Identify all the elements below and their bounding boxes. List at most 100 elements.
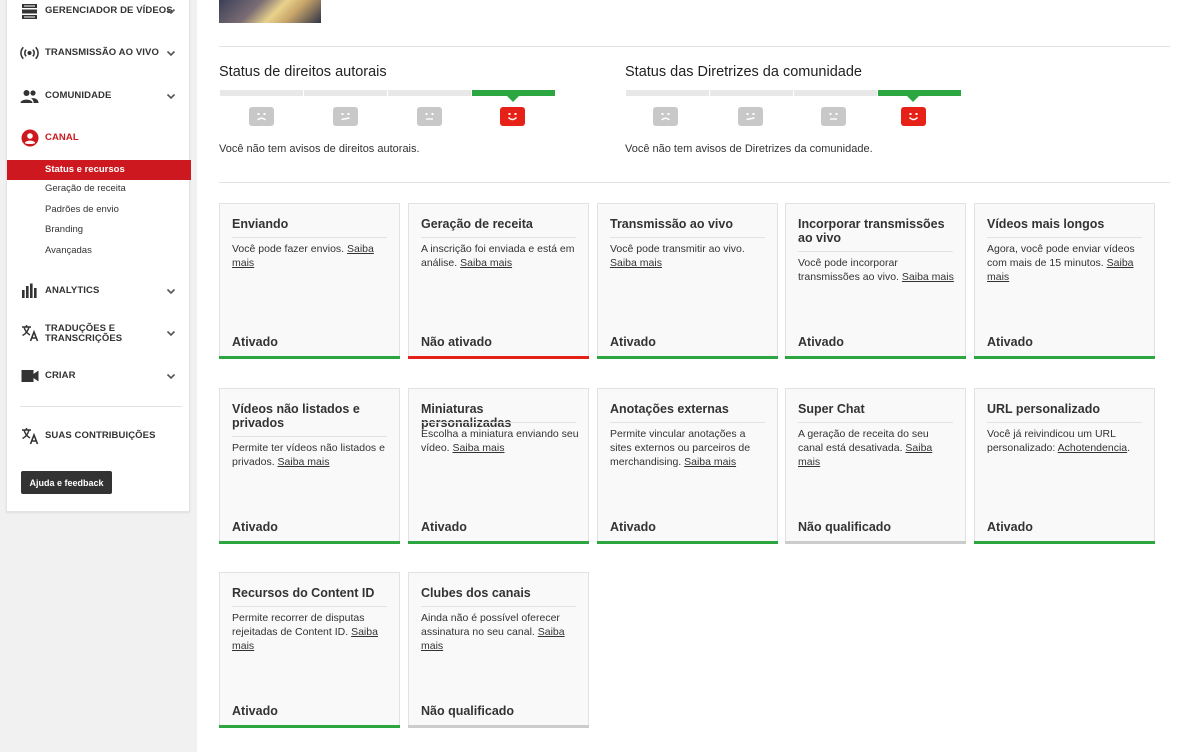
nav-label: TRANSMISSÃO AO VIVO [45, 47, 159, 58]
card-title: Enviando [232, 217, 289, 231]
help-feedback-button[interactable]: Ajuda e feedback [21, 471, 112, 494]
status-bar-enabled [219, 356, 400, 359]
nav-label-line2: TRANSCRIÇÕES [45, 333, 123, 344]
nav-live-broadcast[interactable]: TRANSMISSÃO AO VIVO [7, 38, 191, 68]
chevron-down-icon[interactable] [165, 327, 177, 339]
nav-label: ANALYTICS [45, 285, 100, 296]
status-bar-enabled [597, 541, 778, 544]
status-bar-enabled [219, 541, 400, 544]
flat-face-icon [821, 107, 846, 126]
sub-padroes-envio[interactable]: Padrões de envio [7, 200, 191, 220]
live-broadcast-icon [20, 44, 39, 63]
feature-card-external-annotations: Anotações externas Permite vincular anot… [597, 388, 778, 544]
nav-channel[interactable]: CANAL [7, 123, 191, 153]
learn-more-link[interactable]: Saiba mais [453, 442, 505, 454]
card-status: Ativado [987, 335, 1033, 349]
nav-label: GERENCIADOR DE VÍDEOS [45, 5, 173, 16]
card-status: Ativado [798, 335, 844, 349]
nav-community[interactable]: COMUNIDADE [7, 81, 191, 111]
card-description: Você já reivindicou um URL personalizado… [987, 428, 1145, 456]
card-status: Ativado [421, 520, 467, 534]
card-separator [232, 606, 387, 607]
channel-account-icon [20, 129, 39, 148]
card-title: Anotações externas [610, 402, 729, 416]
card-separator [987, 422, 1142, 423]
meter-segment [794, 90, 877, 96]
copyright-status-text: Você não tem avisos de direitos autorais… [219, 143, 420, 155]
learn-more-link[interactable]: Saiba mais [610, 257, 662, 269]
guidelines-status-text: Você não tem avisos de Diretrizes da com… [625, 143, 873, 155]
sub-branding[interactable]: Branding [7, 220, 191, 240]
feature-card-monetization: Geração de receita A inscrição foi envia… [408, 203, 589, 359]
status-bar-ineligible [785, 541, 966, 544]
sad-face-icon [249, 107, 274, 126]
feature-card-embed-live: Incorporar transmissões ao vivo Você pod… [785, 203, 966, 359]
card-separator [421, 606, 576, 607]
card-description: Escolha a miniatura enviando seu vídeo. … [421, 428, 579, 456]
feature-card-longer-videos: Vídeos mais longos Agora, você pode envi… [974, 203, 1155, 359]
nav-contributions[interactable]: SUAS CONTRIBUIÇÕES [7, 421, 191, 451]
meter-pointer [907, 96, 919, 102]
card-title: Vídeos mais longos [987, 217, 1105, 231]
learn-more-link[interactable]: Saiba mais [902, 271, 954, 283]
card-separator [421, 237, 576, 238]
chevron-down-icon[interactable] [165, 90, 177, 102]
chevron-down-icon[interactable] [165, 285, 177, 297]
nav-create[interactable]: CRIAR [7, 361, 191, 391]
divider [219, 46, 1170, 47]
card-description: Agora, você pode enviar vídeos com mais … [987, 243, 1145, 284]
card-description: Você pode incorporar transmissões ao viv… [798, 257, 956, 285]
nav-translations[interactable]: TRADUÇÕES E TRANSCRIÇÕES [7, 318, 191, 348]
nav-label: CRIAR [45, 370, 76, 381]
feature-card-custom-thumbnails: Miniaturas personalizadas Escolha a mini… [408, 388, 589, 544]
card-desc-text: Você pode fazer envios. [232, 243, 345, 255]
neutral-face-icon [738, 107, 763, 126]
card-status: Não qualificado [421, 704, 515, 718]
card-status: Ativado [232, 520, 278, 534]
card-separator [421, 422, 576, 423]
card-separator [798, 422, 953, 423]
create-camera-icon [20, 367, 39, 386]
card-title: Geração de receita [421, 217, 533, 231]
card-status: Ativado [987, 520, 1033, 534]
card-desc-text: Você pode incorporar transmissões ao viv… [798, 257, 899, 283]
card-status: Não qualificado [798, 520, 892, 534]
chevron-down-icon[interactable] [165, 47, 177, 59]
custom-url-link[interactable]: Achotendencia [1058, 442, 1127, 454]
nav-analytics[interactable]: ANALYTICS [7, 276, 191, 306]
status-bar-enabled [974, 356, 1155, 359]
card-desc-text: Permite recorrer de disputas rejeitadas … [232, 612, 365, 638]
card-status: Ativado [232, 335, 278, 349]
sub-avancadas[interactable]: Avançadas [7, 241, 191, 261]
divider [219, 182, 1170, 183]
feature-card-content-id: Recursos do Content ID Permite recorrer … [219, 572, 400, 728]
learn-more-link[interactable]: Saiba mais [684, 456, 736, 468]
analytics-bars-icon [20, 282, 39, 301]
flat-face-icon [417, 107, 442, 126]
chevron-down-icon[interactable] [165, 370, 177, 382]
chevron-down-icon[interactable] [165, 5, 177, 17]
feature-card-channel-memberships: Clubes dos canais Ainda não é possível o… [408, 572, 589, 728]
card-separator [232, 237, 387, 238]
sub-status-recursos[interactable]: Status e recursos [7, 160, 191, 180]
sub-geracao-receita[interactable]: Geração de receita [7, 179, 191, 199]
card-separator [610, 237, 765, 238]
channel-thumbnail[interactable] [219, 0, 321, 23]
community-people-icon [20, 87, 39, 106]
nav-video-manager[interactable]: GERENCIADOR DE VÍDEOS [7, 0, 191, 26]
main-content: Status de direitos autorais Você não tem… [197, 0, 1200, 752]
card-separator [232, 436, 387, 437]
card-desc-text: Você pode transmitir ao vivo. [610, 243, 745, 255]
nav-label: SUAS CONTRIBUIÇÕES [45, 430, 156, 441]
card-separator [987, 237, 1142, 238]
card-title: Super Chat [798, 402, 865, 416]
status-bar-enabled [974, 541, 1155, 544]
nav-label: CANAL [45, 132, 79, 143]
learn-more-link[interactable]: Saiba mais [278, 456, 330, 468]
copyright-strike-meter [220, 90, 557, 130]
meter-segment [710, 90, 793, 96]
card-title: Transmissão ao vivo [610, 217, 733, 231]
card-title: URL personalizado [987, 402, 1100, 416]
learn-more-link[interactable]: Saiba mais [460, 257, 512, 269]
card-description: Permite vincular anotações a sites exter… [610, 428, 768, 469]
